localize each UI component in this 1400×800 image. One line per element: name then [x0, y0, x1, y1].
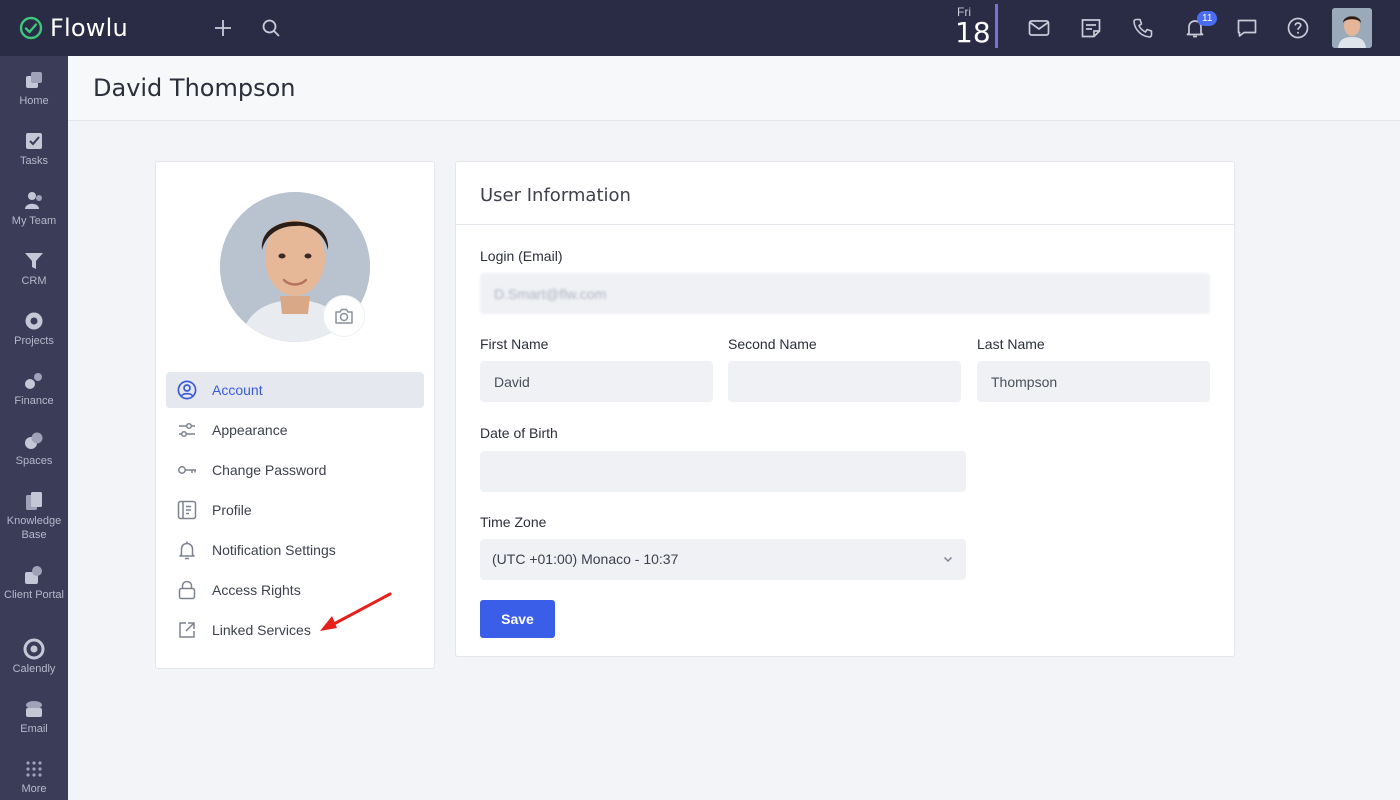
phone-button[interactable] — [1131, 16, 1155, 40]
sidebar-item-calendly[interactable]: Calendly — [0, 634, 68, 690]
last-name-field[interactable] — [977, 361, 1210, 402]
sidebar-item-client-portal[interactable]: Client Portal — [0, 560, 68, 616]
help-icon — [1287, 17, 1309, 39]
calendly-icon — [23, 638, 45, 660]
sidebar-item-crm[interactable]: CRM — [0, 246, 68, 302]
chevron-down-icon — [943, 556, 953, 563]
mail-button[interactable] — [1027, 16, 1051, 40]
team-icon — [25, 192, 42, 209]
add-button[interactable] — [211, 16, 235, 40]
first-name-label: First Name — [480, 336, 549, 352]
sidebar-item-home[interactable]: Home — [0, 66, 68, 122]
login-email-label: Login (Email) — [480, 248, 563, 264]
time-zone-value: (UTC +01:00) Monaco - 10:37 — [492, 551, 679, 567]
sidebar-item-knowledge-base[interactable]: Knowledge Base — [0, 486, 68, 542]
top-bar: Flowlu Fri 18 11 — [0, 0, 1400, 56]
notes-button[interactable] — [1079, 16, 1103, 40]
client-portal-icon — [25, 566, 42, 584]
sidebar-item-my-team[interactable]: My Team — [0, 186, 68, 242]
finance-icon — [25, 373, 42, 389]
menu-item-profile[interactable]: Profile — [166, 492, 424, 528]
search-icon — [262, 19, 280, 37]
sidebar-item-spaces[interactable]: Spaces — [0, 426, 68, 482]
change-photo-button[interactable] — [324, 296, 364, 336]
account-icon — [177, 380, 197, 400]
login-email-field[interactable] — [480, 273, 1210, 314]
home-icon — [26, 72, 42, 88]
avatar — [1332, 8, 1372, 48]
sidebar-item-more[interactable]: More — [0, 754, 68, 800]
search-button[interactable] — [259, 16, 283, 40]
sidebar-item-tasks[interactable]: Tasks — [0, 126, 68, 182]
email-icon — [26, 701, 42, 717]
mail-icon — [1028, 20, 1050, 36]
time-zone-select[interactable]: (UTC +01:00) Monaco - 10:37 — [480, 539, 966, 580]
projects-icon — [25, 312, 43, 330]
plus-icon — [215, 20, 231, 36]
user-information-card: User Information Login (Email) First Nam… — [455, 161, 1235, 657]
camera-icon — [335, 308, 353, 324]
menu-item-change-password[interactable]: Change Password — [166, 452, 424, 488]
knowledge-base-icon — [26, 492, 42, 510]
menu-item-appearance[interactable]: Appearance — [166, 412, 424, 448]
help-button[interactable] — [1286, 16, 1310, 40]
chat-icon — [1237, 19, 1257, 37]
app-logo[interactable]: Flowlu — [19, 14, 128, 42]
menu-item-notification-settings[interactable]: Notification Settings — [166, 532, 424, 568]
sliders-icon — [179, 422, 195, 438]
menu-item-account[interactable]: Account — [166, 372, 424, 408]
crm-icon — [25, 253, 43, 269]
logo-check-icon — [19, 16, 43, 40]
notification-count-badge: 11 — [1197, 11, 1218, 26]
profile-icon — [177, 500, 197, 520]
phone-icon — [1133, 18, 1153, 38]
annotation-arrow — [320, 592, 392, 631]
main-sidebar: Home Tasks My Team CRM Projects Finance … — [0, 56, 68, 800]
notes-icon — [1081, 19, 1101, 38]
time-zone-label: Time Zone — [480, 514, 547, 530]
page-title: David Thompson — [93, 74, 296, 102]
page-header: David Thompson — [68, 56, 1400, 121]
date-number: 18 — [955, 16, 991, 49]
second-name-label: Second Name — [728, 336, 817, 352]
more-icon — [26, 761, 42, 777]
bell-icon — [179, 541, 195, 560]
lock-icon — [178, 580, 196, 600]
card-header: User Information — [456, 162, 1234, 225]
save-button[interactable]: Save — [480, 600, 555, 638]
second-name-field[interactable] — [728, 361, 961, 402]
sidebar-item-finance[interactable]: Finance — [0, 366, 68, 422]
external-link-icon — [179, 622, 195, 638]
app-name: Flowlu — [50, 14, 128, 42]
user-avatar-button[interactable] — [1332, 8, 1372, 48]
date-of-birth-label: Date of Birth — [480, 425, 558, 441]
tasks-icon — [26, 133, 42, 149]
date-of-birth-field[interactable] — [480, 451, 966, 492]
card-title: User Information — [480, 185, 631, 206]
chat-button[interactable] — [1235, 16, 1259, 40]
sidebar-item-projects[interactable]: Projects — [0, 306, 68, 362]
key-icon — [178, 466, 196, 474]
spaces-icon — [25, 432, 43, 449]
sidebar-item-email[interactable]: Email — [0, 694, 68, 750]
last-name-label: Last Name — [977, 336, 1045, 352]
date-widget[interactable]: Fri 18 — [952, 4, 998, 49]
first-name-field[interactable] — [480, 361, 713, 402]
